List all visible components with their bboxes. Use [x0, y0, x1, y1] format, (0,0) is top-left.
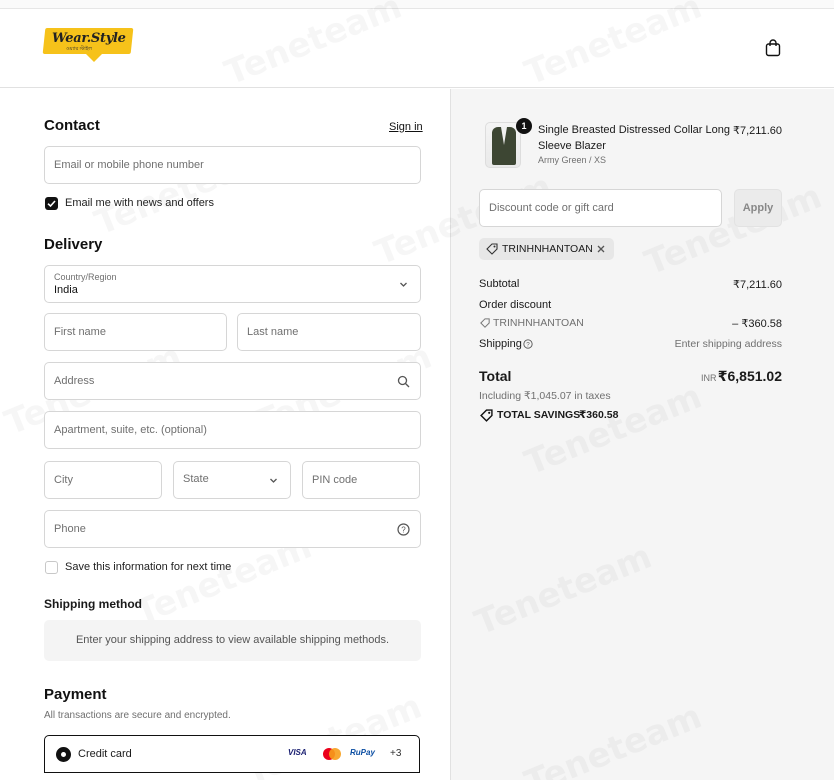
- help-icon[interactable]: ?: [397, 523, 410, 536]
- last-name-field[interactable]: Last name: [237, 313, 421, 351]
- sign-in-link[interactable]: Sign in: [389, 121, 423, 133]
- save-info-checkbox[interactable]: [45, 561, 58, 574]
- discount-chip-code: TRINHNHANTOAN: [502, 243, 593, 255]
- credit-card-radio[interactable]: [56, 747, 71, 762]
- address-field[interactable]: Address: [44, 362, 421, 400]
- shipping-method-heading: Shipping method: [44, 597, 142, 611]
- news-label: Email me with news and offers: [65, 197, 214, 209]
- brand-logo[interactable]: Wear.Style ওয়্যার স্টাইল: [42, 28, 134, 66]
- delivery-heading: Delivery: [44, 236, 103, 253]
- total-savings-value: ₹360.58: [579, 409, 619, 421]
- country-value: India: [54, 284, 78, 296]
- country-label: Country/Region: [54, 272, 117, 282]
- apartment-field[interactable]: Apartment, suite, etc. (optional): [44, 411, 421, 449]
- product-title-line2: Sleeve Blazer: [538, 140, 606, 152]
- total-label: Total: [479, 368, 512, 384]
- chevron-down-icon: [400, 282, 407, 287]
- credit-card-label: Credit card: [78, 748, 132, 760]
- mastercard-icon: [323, 748, 341, 760]
- blazer-image: [492, 127, 516, 165]
- phone-field[interactable]: Phone ?: [44, 510, 421, 548]
- more-cards-count: +3: [390, 748, 402, 759]
- last-name-placeholder: Last name: [247, 326, 299, 338]
- city-field[interactable]: City: [44, 461, 162, 499]
- email-field[interactable]: Email or mobile phone number: [44, 146, 421, 184]
- address-placeholder: Address: [54, 375, 95, 387]
- shipping-methods-placeholder: Enter your shipping address to view avai…: [44, 620, 421, 661]
- payment-security-note: All transactions are secure and encrypte…: [44, 710, 231, 721]
- contact-heading: Contact: [44, 117, 100, 134]
- discount-code-placeholder: Discount code or gift card: [489, 202, 614, 214]
- first-name-field[interactable]: First name: [44, 313, 227, 351]
- subtotal-value: ₹7,211.60: [732, 279, 782, 291]
- pin-code-placeholder: PIN code: [312, 474, 358, 486]
- news-checkbox[interactable]: [45, 197, 58, 210]
- order-discount-code: TRINHNHANTOAN: [493, 317, 584, 329]
- site-header: Wear.Style ওয়্যার স্টাইল: [0, 9, 834, 88]
- tag-icon: [480, 318, 490, 328]
- total-savings-label: TOTAL SAVINGS: [497, 409, 581, 421]
- country-select[interactable]: Country/Region India: [44, 265, 421, 303]
- product-variant: Army Green / XS: [538, 155, 607, 165]
- order-discount-label: Order discount: [479, 299, 552, 311]
- rupay-icon: RuPay: [350, 748, 375, 757]
- close-icon[interactable]: [596, 244, 606, 254]
- state-placeholder: State: [183, 473, 209, 485]
- save-info-label: Save this information for next time: [65, 561, 232, 573]
- apartment-placeholder: Apartment, suite, etc. (optional): [54, 424, 207, 436]
- logo-text: Wear.Style: [52, 31, 126, 46]
- credit-card-option[interactable]: Credit card VISA RuPay +3: [44, 735, 420, 773]
- order-discount-amount: – ₹360.58: [732, 318, 782, 330]
- check-icon: [47, 200, 56, 208]
- city-placeholder: City: [54, 474, 73, 486]
- discount-chip: TRINHNHANTOAN: [479, 238, 614, 260]
- visa-icon: VISA: [288, 748, 307, 757]
- shipping-value: Enter shipping address: [674, 338, 782, 350]
- taxes-note: Including ₹1,045.07 in taxes: [479, 390, 611, 402]
- first-name-placeholder: First name: [54, 326, 106, 338]
- tag-icon: [486, 243, 498, 255]
- svg-text:?: ?: [526, 342, 530, 349]
- shopping-bag-icon[interactable]: [765, 39, 781, 57]
- discount-code-field[interactable]: Discount code or gift card: [479, 189, 722, 227]
- email-placeholder: Email or mobile phone number: [54, 159, 204, 171]
- browser-top-strip: [0, 0, 834, 9]
- svg-text:?: ?: [401, 526, 406, 535]
- savings-tag-icon: [480, 409, 493, 422]
- logo-tagline: ওয়্যার স্টাইল: [66, 46, 92, 52]
- shipping-label: Shipping: [479, 338, 522, 350]
- phone-placeholder: Phone: [54, 523, 86, 535]
- help-icon[interactable]: ?: [523, 339, 533, 349]
- quantity-badge: 1: [516, 118, 532, 134]
- search-icon[interactable]: [397, 375, 410, 388]
- state-select[interactable]: State: [173, 461, 291, 499]
- payment-heading: Payment: [44, 686, 107, 703]
- total-value: ₹6,851.02: [717, 368, 782, 384]
- product-price: ₹7,211.60: [732, 125, 782, 137]
- apply-button[interactable]: Apply: [734, 189, 782, 227]
- pin-code-field[interactable]: PIN code: [302, 461, 420, 499]
- chevron-down-icon: [270, 478, 277, 483]
- subtotal-label: Subtotal: [479, 278, 520, 290]
